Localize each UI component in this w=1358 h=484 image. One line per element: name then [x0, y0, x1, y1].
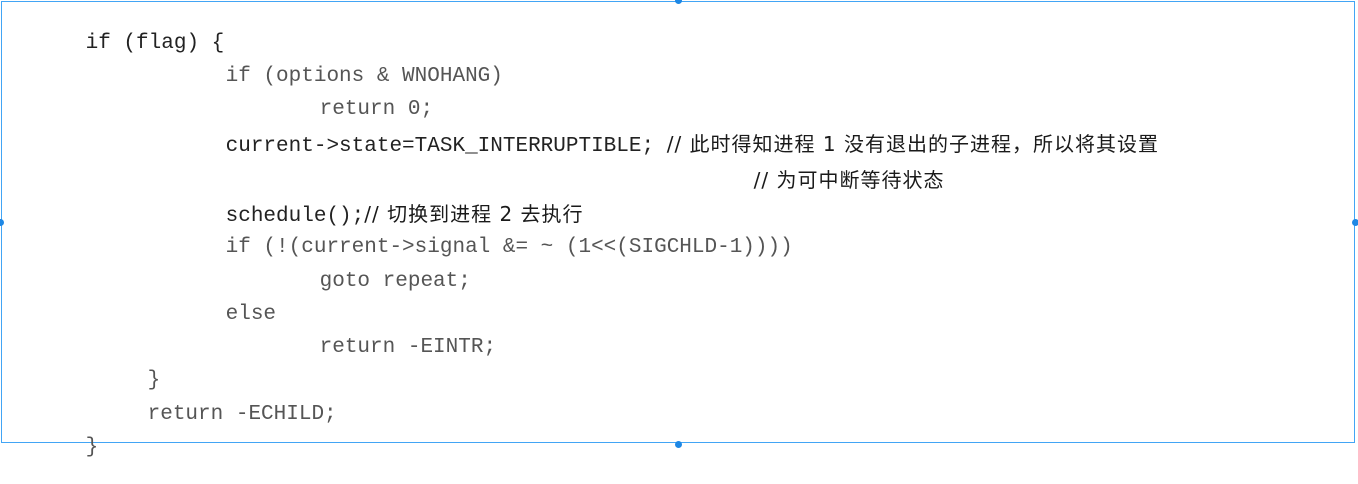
- code-text: goto repeat;: [319, 270, 471, 293]
- bottom-center-handle[interactable]: [675, 441, 682, 448]
- code-line-10: return -EINTR;: [244, 312, 496, 384]
- code-line-12: return -ECHILD;: [72, 379, 337, 451]
- code-text: return -ECHILD;: [147, 403, 337, 426]
- code-line-4: current->state=TASK_INTERRUPTIBLE; // 此时…: [150, 108, 1159, 183]
- code-line-8: goto repeat;: [244, 246, 471, 318]
- code-text: return -EINTR;: [319, 336, 497, 359]
- code-line-5: // 为可中断等待状态: [678, 144, 944, 219]
- code-text: current->state=TASK_INTERRUPTIBLE;: [225, 135, 667, 158]
- code-block: if (flag) { if (options & WNOHANG) retur…: [2, 2, 1356, 459]
- right-middle-handle[interactable]: [1352, 219, 1358, 226]
- code-comment: // 为可中断等待状态: [753, 168, 945, 192]
- code-snippet-frame: if (flag) { if (options & WNOHANG) retur…: [1, 1, 1356, 459]
- code-line-13: }: [10, 412, 99, 484]
- code-text: }: [85, 436, 99, 459]
